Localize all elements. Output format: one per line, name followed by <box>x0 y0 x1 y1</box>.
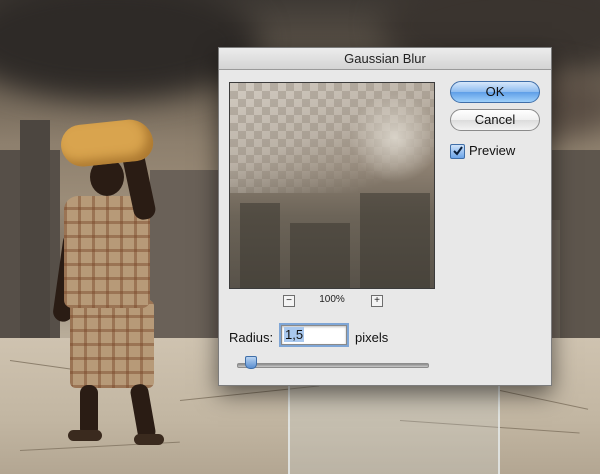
preview-building <box>240 203 280 288</box>
radius-input[interactable]: 1,5 <box>279 323 349 347</box>
child-foot <box>134 434 164 445</box>
plus-icon[interactable]: + <box>371 295 383 307</box>
preview-building <box>290 223 350 288</box>
radius-value: 1,5 <box>284 327 305 342</box>
city-skyline <box>20 120 50 340</box>
preview-checkbox[interactable] <box>450 144 465 159</box>
minus-icon[interactable]: − <box>283 295 295 307</box>
zoom-controls: − 100% + <box>229 294 435 308</box>
child-shorts <box>70 300 154 388</box>
radius-unit: pixels <box>355 330 389 345</box>
dialog-title[interactable]: Gaussian Blur <box>219 48 551 70</box>
slider-thumb-icon[interactable] <box>245 356 257 369</box>
ok-button[interactable]: OK <box>450 81 540 103</box>
preview-highlight <box>350 93 434 183</box>
radius-slider[interactable] <box>237 363 429 368</box>
child-foot <box>68 430 102 441</box>
preview-label: Preview <box>469 143 516 158</box>
gaussian-blur-dialog: Gaussian Blur − 100% + Radius: 1,5 pixel… <box>218 47 552 386</box>
cancel-button[interactable]: Cancel <box>450 109 540 131</box>
glass-object <box>288 384 500 474</box>
radius-label: Radius: <box>229 330 274 345</box>
checkmark-icon <box>453 146 463 156</box>
filter-preview[interactable] <box>229 82 435 289</box>
city-skyline <box>150 170 220 340</box>
preview-building <box>360 193 430 288</box>
zoom-level: 100% <box>319 294 345 305</box>
